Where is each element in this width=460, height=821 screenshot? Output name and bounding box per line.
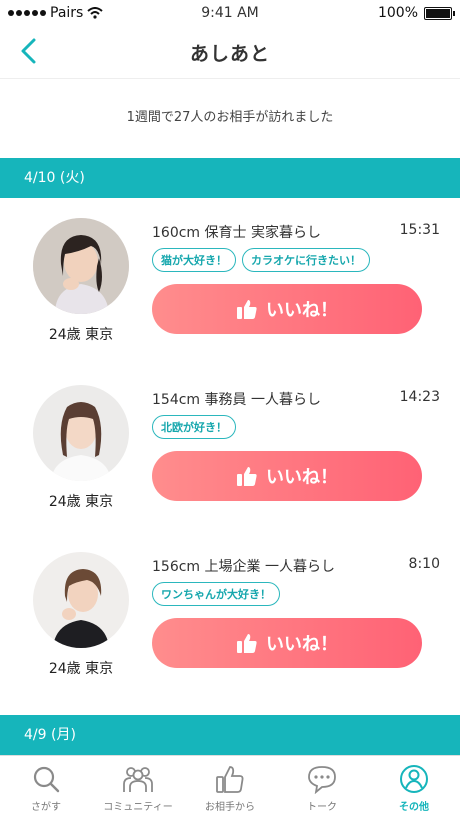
like-button[interactable]: いいね！: [152, 618, 422, 668]
tab-label: お相手から: [205, 802, 255, 813]
battery: 100%: [377, 5, 455, 21]
date-label: 4/10 (火): [24, 170, 85, 186]
age-area: 24歳 東京: [48, 661, 114, 677]
profile-summary: 154cm 事務員 一人暮らし: [152, 392, 321, 408]
like-button[interactable]: いいね！: [152, 284, 422, 334]
chat-icon: [308, 766, 336, 794]
tab-search[interactable]: さがす: [0, 756, 92, 821]
tab-talk[interactable]: トーク: [276, 756, 368, 821]
avatar[interactable]: [33, 218, 129, 314]
interest-tags: 猫が大好き！ カラオケに行きたい！: [152, 248, 370, 272]
interest-tag[interactable]: 猫が大好き！: [152, 248, 236, 272]
interest-tag[interactable]: ワンちゃんが大好き！: [152, 582, 280, 606]
tab-label: トーク: [307, 802, 337, 813]
age-area: 24歳 東京: [48, 494, 114, 510]
profile-icon: [400, 765, 428, 793]
tab-label: さがす: [31, 802, 61, 813]
nav-bar: あしあと: [0, 26, 460, 79]
tab-label: コミュニティー: [103, 802, 173, 813]
like-label: いいね！: [266, 634, 338, 655]
profile-summary: 160cm 保育士 実家暮らし: [152, 225, 321, 241]
battery-percent: 100%: [377, 5, 418, 21]
status-bar: Pairs 9:41 AM 100%: [0, 0, 460, 26]
interest-tag[interactable]: カラオケに行きたい！: [242, 248, 370, 272]
visit-summary: 1週間で27人のお相手が訪れました: [126, 110, 334, 125]
date-label: 4/9 (月): [24, 727, 76, 743]
avatar[interactable]: [33, 385, 129, 481]
date-header: 4/10 (火): [0, 158, 460, 198]
like-button[interactable]: いいね！: [152, 451, 422, 501]
page-title: あしあと: [189, 43, 270, 65]
battery-icon: [424, 6, 455, 20]
visitor-card[interactable]: 24歳 東京 156cm 上場企業 一人暮らし 8:10 ワンちゃんが大好き！ …: [0, 552, 460, 712]
avatar[interactable]: [33, 552, 129, 648]
thumbs-up-icon: [237, 300, 257, 319]
interest-tag[interactable]: 北欧が好き！: [152, 415, 236, 439]
tab-label: その他: [399, 802, 429, 813]
visit-time: 15:31: [399, 222, 440, 238]
age-area: 24歳 東京: [48, 327, 114, 343]
tab-from-partners[interactable]: お相手から: [184, 756, 276, 821]
community-icon: [123, 767, 153, 792]
date-header: 4/9 (月): [0, 715, 460, 755]
like-label: いいね！: [266, 300, 338, 321]
profile-summary: 156cm 上場企業 一人暮らし: [152, 559, 335, 575]
visitor-card[interactable]: 24歳 東京 160cm 保育士 実家暮らし 15:31 猫が大好き！ カラオケ…: [0, 218, 460, 378]
visitor-card[interactable]: 24歳 東京 154cm 事務員 一人暮らし 14:23 北欧が好き！ いいね！: [0, 385, 460, 545]
thumbs-up-icon: [237, 467, 257, 486]
thumbs-up-icon: [237, 634, 257, 653]
interest-tags: 北欧が好き！: [152, 415, 236, 439]
tab-more[interactable]: その他: [368, 756, 460, 821]
thumbs-up-icon: [216, 766, 244, 793]
tab-community[interactable]: コミュニティー: [92, 756, 184, 821]
visit-time: 14:23: [399, 389, 440, 405]
tab-bar: さがす コミュニティー お相手から トーク その他: [0, 755, 460, 821]
like-label: いいね！: [266, 467, 338, 488]
interest-tags: ワンちゃんが大好き！: [152, 582, 280, 606]
visit-time: 8:10: [408, 556, 440, 572]
search-icon: [33, 766, 60, 793]
